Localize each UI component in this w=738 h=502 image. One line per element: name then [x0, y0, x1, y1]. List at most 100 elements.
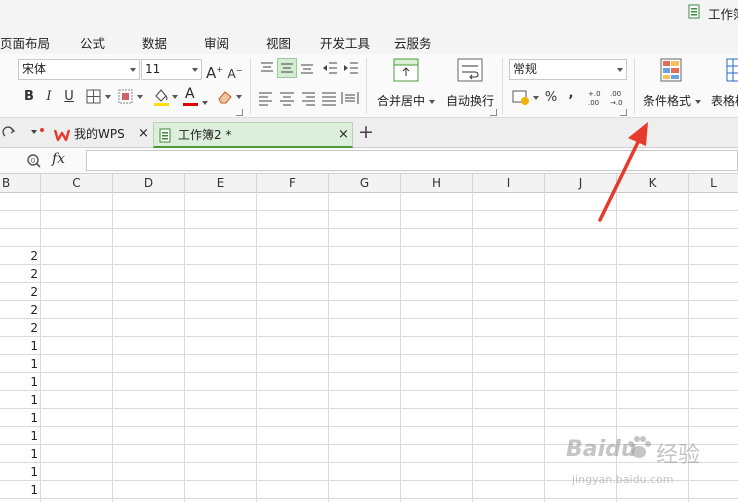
italic-button[interactable]: I — [42, 87, 56, 107]
font-size-select[interactable]: 11 — [141, 59, 202, 80]
cell-b-value[interactable]: 1 — [0, 428, 38, 445]
menu-review[interactable]: 审阅 — [204, 33, 229, 52]
distributed-align-button[interactable] — [341, 90, 359, 106]
cell-b-value[interactable]: 1 — [0, 338, 38, 355]
conditional-format-icon[interactable] — [660, 58, 684, 84]
decrease-indent-button[interactable] — [322, 60, 338, 76]
svg-text:.00: .00 — [610, 90, 621, 98]
cell-b-value[interactable]: 1 — [0, 482, 38, 499]
table-style-icon[interactable] — [726, 58, 738, 84]
wrap-text-button[interactable]: 自动换行 — [446, 92, 494, 109]
spreadsheet-grid[interactable]: 22222111111111 Baidu 经验 jingyan.baidu.co… — [0, 193, 738, 502]
new-tab-button[interactable]: + — [358, 121, 374, 143]
close-icon[interactable]: × — [338, 123, 349, 147]
divider — [366, 58, 367, 114]
borders-button[interactable] — [86, 89, 114, 105]
clear-format-button[interactable] — [216, 87, 244, 107]
insert-function-button[interactable]: fx — [52, 151, 65, 167]
align-middle-button[interactable] — [277, 58, 297, 78]
divider — [634, 58, 635, 114]
font-name-value: 宋体 — [22, 62, 47, 76]
menu-page-layout[interactable]: 页面布局 — [0, 33, 50, 52]
zoom-search-icon[interactable]: Q — [26, 153, 42, 169]
font-color-button[interactable]: A — [182, 86, 210, 107]
column-gridline — [184, 193, 185, 502]
column-header-h[interactable]: H — [401, 174, 473, 193]
currency-button[interactable] — [512, 89, 542, 107]
cell-b-value[interactable]: 2 — [0, 266, 38, 283]
thousands-separator-button[interactable]: , — [566, 84, 576, 104]
bold-button[interactable]: B — [22, 87, 36, 107]
row-gridline — [0, 390, 738, 391]
redo-icon[interactable] — [2, 125, 16, 139]
cell-pattern-icon — [118, 89, 143, 104]
column-header-i[interactable]: I — [473, 174, 545, 193]
column-header-f[interactable]: F — [257, 174, 329, 193]
close-icon[interactable]: × — [138, 122, 149, 146]
cell-b-value[interactable]: 1 — [0, 356, 38, 373]
increase-decimal-button[interactable]: +.0.00 — [587, 88, 603, 108]
merge-center-button[interactable]: 合并居中 — [377, 92, 435, 109]
cell-b-value[interactable]: 2 — [0, 248, 38, 265]
shrink-font-button[interactable]: A− — [227, 61, 243, 81]
column-header-c[interactable]: C — [41, 174, 113, 193]
cell-b-value[interactable]: 1 — [0, 392, 38, 409]
grow-font-button[interactable]: A+ — [206, 60, 223, 82]
column-header-g[interactable]: G — [329, 174, 401, 193]
row-gridline — [0, 336, 738, 337]
currency-icon — [512, 90, 539, 105]
chevron-down-icon — [617, 68, 623, 72]
cell-b-value[interactable]: 1 — [0, 374, 38, 391]
cell-style-button[interactable] — [118, 89, 146, 105]
alignment-dialog-launcher[interactable] — [490, 109, 497, 116]
align-bottom-button[interactable] — [299, 60, 315, 76]
menu-developer[interactable]: 开发工具 — [320, 33, 370, 52]
decrease-decimal-icon: .00→.0 — [610, 90, 623, 107]
cell-b-value[interactable]: 2 — [0, 284, 38, 301]
decrease-decimal-button[interactable]: .00 →.0 — [609, 88, 625, 108]
menu-cloud-services[interactable]: 云服务 — [394, 33, 432, 52]
font-dialog-launcher[interactable] — [236, 109, 243, 116]
menu-data[interactable]: 数据 — [142, 33, 167, 52]
conditional-format-button[interactable]: 条件格式 — [643, 92, 701, 109]
percent-button[interactable]: % — [544, 88, 558, 108]
cell-b-value[interactable]: 1 — [0, 464, 38, 481]
divider — [250, 58, 251, 114]
tab-workbook-2[interactable]: 工作簿2 * × — [153, 122, 353, 148]
cell-b-value[interactable]: 2 — [0, 320, 38, 337]
merge-center-icon[interactable] — [393, 58, 419, 82]
table-style-button[interactable]: 表格样 — [711, 92, 738, 109]
align-right-button[interactable] — [300, 90, 316, 106]
menu-view[interactable]: 视图 — [266, 33, 291, 52]
column-header-e[interactable]: E — [185, 174, 257, 193]
chevron-down-icon — [130, 68, 136, 72]
tab-my-wps[interactable]: 我的WPS × — [50, 122, 152, 148]
column-gridline — [400, 193, 401, 502]
column-header-b[interactable]: B — [0, 174, 41, 193]
align-center-button[interactable] — [279, 90, 295, 106]
justify-button[interactable] — [321, 90, 337, 106]
svg-text:Q: Q — [31, 158, 36, 165]
column-header-d[interactable]: D — [113, 174, 185, 193]
increase-indent-button[interactable] — [343, 60, 359, 76]
cell-b-value[interactable]: 1 — [0, 446, 38, 463]
fill-color-swatch — [154, 103, 169, 106]
align-top-button[interactable] — [259, 60, 275, 76]
align-left-button[interactable] — [258, 90, 274, 106]
merge-center-label: 合并居中 — [377, 94, 426, 108]
grow-font-glyph: A — [206, 64, 217, 82]
quick-access-dropdown-icon[interactable] — [30, 127, 46, 139]
row-gridline — [0, 246, 738, 247]
row-gridline — [0, 372, 738, 373]
fill-color-button[interactable] — [152, 87, 180, 107]
column-gridline — [112, 193, 113, 502]
number-format-select[interactable]: 常规 — [509, 59, 627, 80]
font-name-select[interactable]: 宋体 — [18, 59, 140, 80]
column-header-l[interactable]: L — [689, 174, 738, 193]
cell-b-value[interactable]: 1 — [0, 410, 38, 427]
cell-b-value[interactable]: 2 — [0, 302, 38, 319]
wrap-text-icon[interactable] — [457, 58, 483, 82]
underline-button[interactable]: U — [62, 87, 76, 107]
paw-icon — [624, 433, 654, 463]
menu-formulas[interactable]: 公式 — [80, 33, 105, 52]
